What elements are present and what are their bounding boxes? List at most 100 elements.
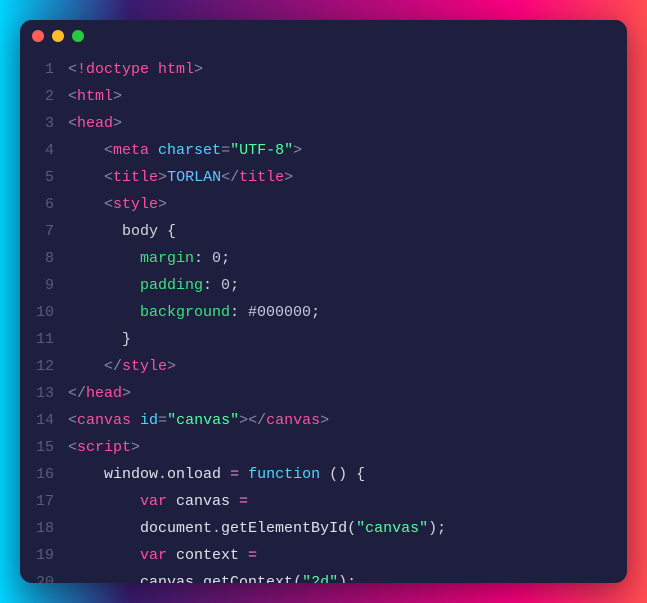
code-token: >: [293, 142, 302, 159]
code-line: }: [68, 326, 627, 353]
code-token: window: [104, 466, 158, 483]
code-token: ;: [311, 304, 320, 321]
code-token: .: [212, 520, 221, 537]
code-token: ): [428, 520, 437, 537]
line-number: 2: [20, 83, 54, 110]
line-number: 9: [20, 272, 54, 299]
code-token: body: [122, 223, 167, 240]
code-token: <: [68, 115, 77, 132]
code-token: =: [239, 547, 257, 564]
code-token: [68, 520, 140, 537]
close-icon[interactable]: [32, 30, 44, 42]
code-token: [68, 277, 140, 294]
code-token: =: [221, 142, 230, 159]
code-token: <: [68, 88, 77, 105]
code-token: margin: [140, 250, 194, 267]
code-line: </style>: [68, 353, 627, 380]
code-token: >: [122, 385, 131, 402]
code-line: padding: 0;: [68, 272, 627, 299]
code-token: "UTF-8": [230, 142, 293, 159]
code-token: "canvas": [356, 520, 428, 537]
line-number: 20: [20, 569, 54, 583]
code-line: <!doctype html>: [68, 56, 627, 83]
code-editor-window: 1234567891011121314151617181920 <!doctyp…: [20, 20, 627, 583]
code-token: "canvas": [167, 412, 239, 429]
code-line: <html>: [68, 83, 627, 110]
code-token: >: [113, 115, 122, 132]
line-number: 16: [20, 461, 54, 488]
code-line: margin: 0;: [68, 245, 627, 272]
code-token: ;: [221, 250, 230, 267]
code-token: <: [104, 142, 113, 159]
code-token: script: [77, 439, 131, 456]
code-token: :: [194, 250, 212, 267]
code-token: var: [140, 493, 176, 510]
code-token: .: [194, 574, 203, 583]
code-token: >: [158, 169, 167, 186]
zoom-icon[interactable]: [72, 30, 84, 42]
code-line: <script>: [68, 434, 627, 461]
code-token: charset: [158, 142, 221, 159]
code-token: [68, 358, 104, 375]
minimize-icon[interactable]: [52, 30, 64, 42]
code-token: [68, 223, 122, 240]
code-token: background: [140, 304, 230, 321]
code-token: >: [167, 358, 176, 375]
code-token: <: [104, 196, 113, 213]
line-number: 18: [20, 515, 54, 542]
code-token: document: [140, 520, 212, 537]
code-token: [68, 331, 122, 348]
code-token: #000000: [248, 304, 311, 321]
line-number: 5: [20, 164, 54, 191]
code-token: ;: [437, 520, 446, 537]
code-token: [68, 250, 140, 267]
line-number: 13: [20, 380, 54, 407]
code-token: =: [221, 466, 248, 483]
line-number: 1: [20, 56, 54, 83]
line-gutter: 1234567891011121314151617181920: [20, 52, 68, 583]
code-token: id: [140, 412, 158, 429]
line-number: 17: [20, 488, 54, 515]
code-token: meta: [113, 142, 158, 159]
code-token: [68, 142, 104, 159]
line-number: 15: [20, 434, 54, 461]
code-line: var context =: [68, 542, 627, 569]
code-token: ;: [230, 277, 239, 294]
code-token: <: [104, 169, 113, 186]
code-line: <head>: [68, 110, 627, 137]
code-line: <style>: [68, 191, 627, 218]
code-line: <canvas id="canvas"></canvas>: [68, 407, 627, 434]
code-content[interactable]: <!doctype html><html><head> <meta charse…: [68, 52, 627, 583]
line-number: 3: [20, 110, 54, 137]
code-token: (): [329, 466, 356, 483]
code-area[interactable]: 1234567891011121314151617181920 <!doctyp…: [20, 52, 627, 583]
line-number: 14: [20, 407, 54, 434]
code-token: html: [77, 88, 113, 105]
code-token: {: [167, 223, 176, 240]
code-token: canvas: [77, 412, 140, 429]
code-token: [68, 574, 140, 583]
code-token: =: [158, 412, 167, 429]
line-number: 6: [20, 191, 54, 218]
code-token: :: [230, 304, 248, 321]
code-token: [68, 169, 104, 186]
line-number: 19: [20, 542, 54, 569]
code-token: ></: [239, 412, 266, 429]
code-line: window.onload = function () {: [68, 461, 627, 488]
code-token: canvas: [140, 574, 194, 583]
code-token: (: [293, 574, 302, 583]
code-token: title: [113, 169, 158, 186]
code-token: .: [158, 466, 167, 483]
code-token: >: [158, 196, 167, 213]
line-number: 7: [20, 218, 54, 245]
code-line: canvas.getContext("2d");: [68, 569, 627, 583]
code-token: (: [347, 520, 356, 537]
code-token: style: [122, 358, 167, 375]
code-token: :: [203, 277, 221, 294]
code-token: <: [68, 439, 77, 456]
code-token: canvas: [176, 493, 230, 510]
code-token: >: [194, 61, 203, 78]
code-line: <title>TORLAN</title>: [68, 164, 627, 191]
code-token: getContext: [203, 574, 293, 583]
code-token: =: [230, 493, 248, 510]
